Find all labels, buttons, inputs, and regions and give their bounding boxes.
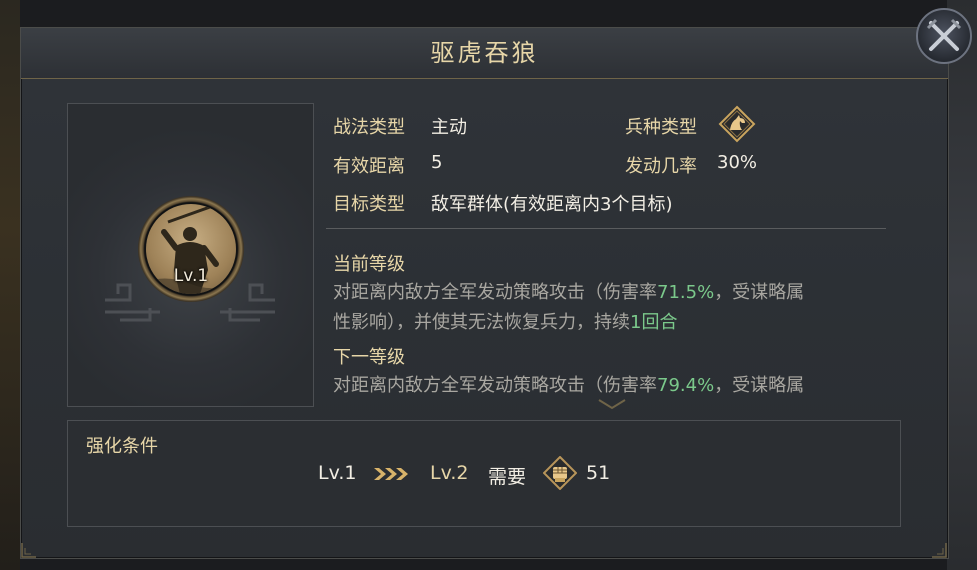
upgrade-requirement-panel	[67, 420, 901, 527]
troop-type-label: 兵种类型	[625, 117, 697, 138]
desc-text: ，受谋略属	[714, 282, 805, 303]
crossed-swords-close-icon	[926, 18, 962, 51]
current-level-description: 对距离内敌方全军发动策略攻击（伤害率71.5%，受谋略属 性影响），并使其无法恢…	[333, 278, 893, 338]
portrait-level-label: Lv.1	[173, 266, 209, 286]
cavalry-horse-icon[interactable]	[718, 105, 756, 143]
to-level: Lv.2	[430, 462, 469, 484]
title-bar: 驱虎吞狼	[21, 28, 948, 79]
tactic-type-value: 主动	[431, 117, 467, 138]
from-level: Lv.1	[318, 462, 357, 484]
desc-text: ，受谋略属	[714, 375, 805, 396]
range-value: 5	[431, 152, 443, 173]
trigger-rate-value: 30%	[717, 152, 758, 173]
corner-ornament-bottom-right	[932, 543, 947, 558]
corner-ornament-bottom-left	[21, 543, 36, 558]
trigger-rate-label: 发动几率	[625, 156, 697, 177]
close-button[interactable]	[916, 8, 972, 64]
current-level-heading: 当前等级	[333, 254, 405, 275]
desc-text: 对距离内敌方全军发动策略攻击（伤害率	[333, 375, 657, 396]
portrait-panel: Lv.1	[67, 103, 314, 407]
scroll-more-chevron-icon[interactable]	[597, 397, 627, 411]
background-right-strip	[947, 0, 977, 570]
desc-text: 对距离内敌方全军发动策略攻击（伤害率	[333, 282, 657, 303]
background-left-strip	[0, 0, 20, 570]
triple-chevron-arrow-icon	[374, 468, 408, 480]
range-label: 有效距离	[333, 156, 405, 177]
fist-token-icon	[543, 456, 577, 490]
current-level-line-2: 性影响），并使其无法恢复兵力，持续1回合	[333, 308, 893, 338]
next-level-heading: 下一等级	[333, 347, 405, 368]
upgrade-requirement-heading: 强化条件	[86, 436, 158, 457]
dialog-title: 驱虎吞狼	[430, 39, 539, 67]
tactic-type-label: 战法类型	[333, 117, 405, 138]
current-level-line-1: 对距离内敌方全军发动策略攻击（伤害率71.5%，受谋略属	[333, 278, 893, 308]
upgrade-cost: 51	[586, 462, 611, 484]
target-type-value: 敌军群体(有效距离内3个目标)	[431, 194, 673, 215]
skill-portrait: Lv.1	[138, 196, 244, 302]
soldier-spear-portrait-icon: Lv.1	[146, 204, 236, 294]
target-type-label: 目标类型	[333, 194, 405, 215]
divider	[326, 228, 886, 229]
damage-rate-value: 71.5%	[657, 282, 715, 303]
damage-rate-value: 79.4%	[657, 375, 715, 396]
need-label: 需要	[488, 466, 527, 488]
duration-value: 1回合	[630, 312, 678, 333]
desc-text: 性影响），并使其无法恢复兵力，持续	[333, 312, 630, 333]
